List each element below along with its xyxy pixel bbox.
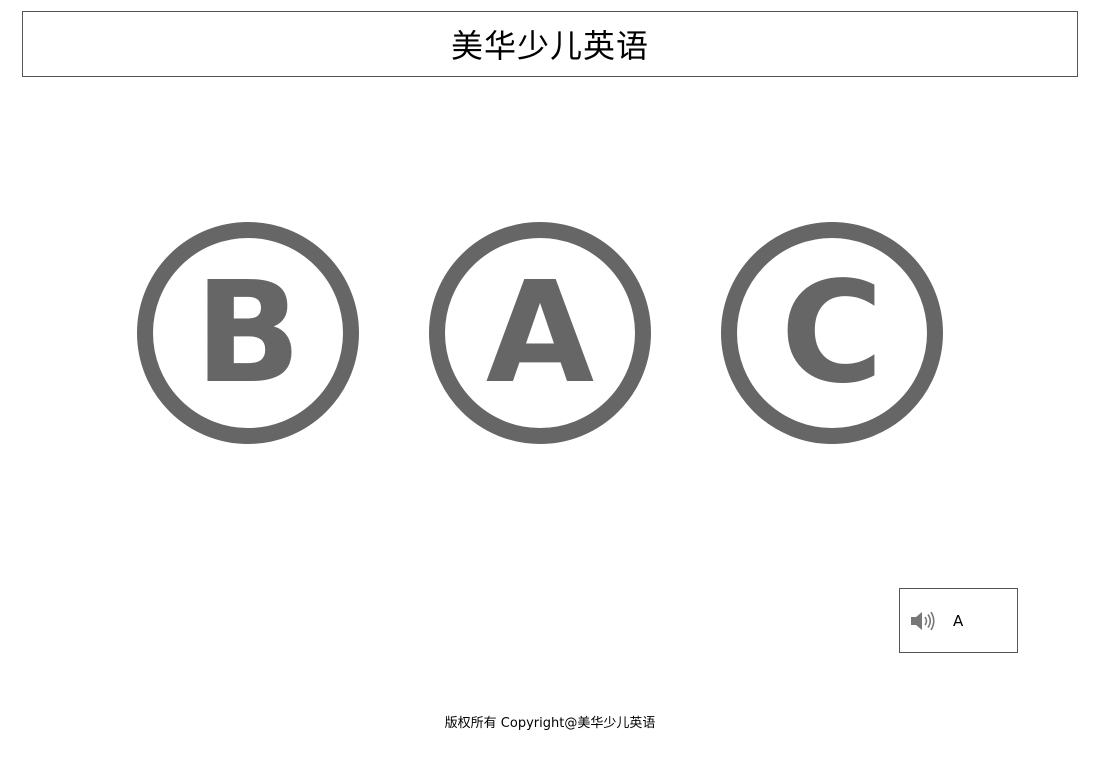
speaker-icon bbox=[910, 610, 936, 632]
audio-play-button[interactable]: A bbox=[899, 588, 1018, 653]
choice-letter: B bbox=[194, 252, 302, 415]
header-bar: 美华少儿英语 bbox=[22, 11, 1078, 77]
page-title: 美华少儿英语 bbox=[450, 27, 649, 65]
choice-button-2[interactable]: A bbox=[429, 222, 651, 444]
choice-letter: C bbox=[780, 252, 884, 415]
choice-letter: A bbox=[485, 252, 595, 415]
footer-copyright: 版权所有 Copyright@美华少儿英语 bbox=[444, 716, 656, 731]
audio-label: A bbox=[953, 611, 964, 630]
choice-button-3[interactable]: C bbox=[721, 222, 943, 444]
answer-choices: B A C bbox=[0, 222, 1100, 446]
choice-button-1[interactable]: B bbox=[137, 222, 359, 444]
